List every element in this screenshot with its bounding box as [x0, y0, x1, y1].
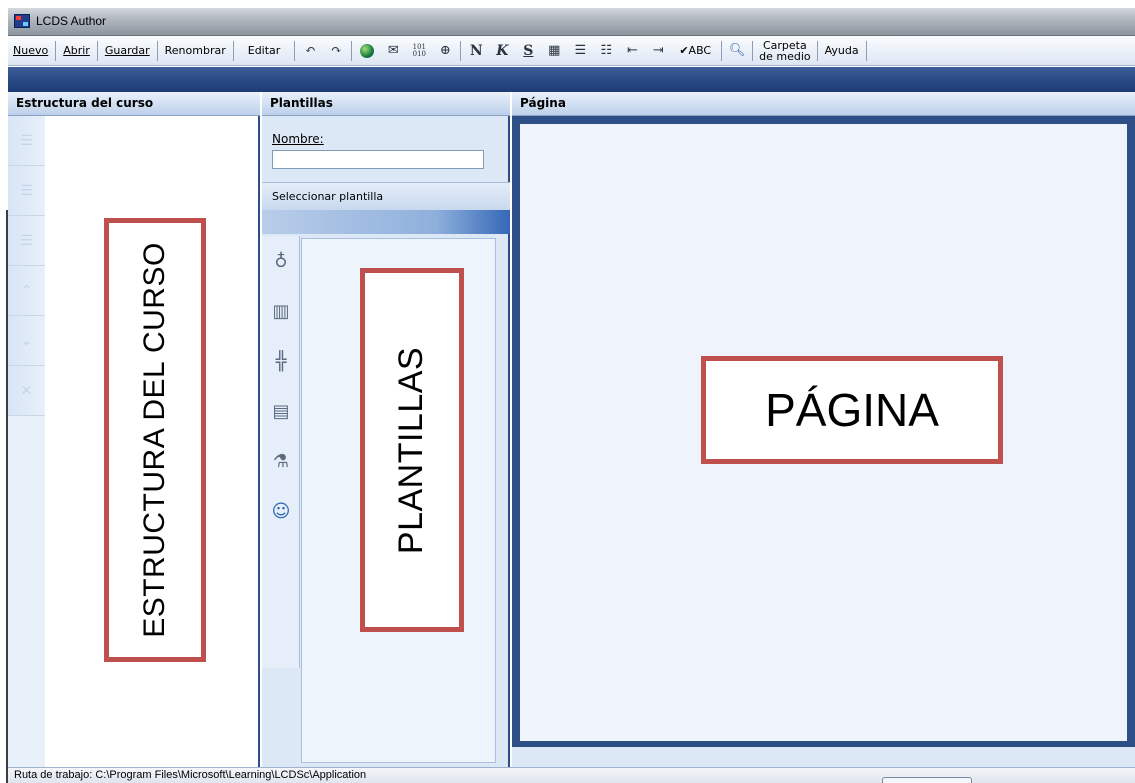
save-button[interactable]: Guardar: [100, 44, 155, 57]
structure-panel-title: Estructura del curso: [16, 96, 154, 110]
lab-icon[interactable]: ⚗: [266, 444, 296, 478]
status-bar: Ruta de trabajo: C:\Program Files\Micros…: [8, 767, 1135, 783]
toolbar-separator: [55, 40, 57, 61]
add-section-icon[interactable]: ☰: [8, 166, 45, 216]
structure-toolbar: ☰ ☰ ☰ ⌃ ⌄ ✕: [8, 116, 45, 767]
window-left-edge: [0, 0, 8, 783]
page-annotation-label: PÁGINA: [765, 384, 939, 436]
preview-icon[interactable]: 🔍︎: [726, 40, 748, 62]
media-film-icon[interactable]: ▥: [266, 294, 296, 328]
name-input[interactable]: [272, 150, 484, 169]
assessment-people-icon[interactable]: ☺: [266, 494, 296, 528]
attach-icon[interactable]: ✉: [382, 40, 404, 62]
help-button[interactable]: Ayuda: [820, 44, 864, 57]
media-folder-label-2: de medio: [759, 49, 811, 63]
structure-panel-header: Estructura del curso: [8, 92, 260, 116]
page-annotation: PÁGINA: [701, 356, 1003, 464]
title-bar: LCDS Author: [8, 8, 1135, 36]
toolbar-separator: [865, 40, 867, 61]
new-button[interactable]: Nuevo: [8, 44, 53, 57]
bullet-list-icon[interactable]: ☰: [569, 40, 591, 62]
toolbar-separator: [816, 40, 818, 61]
italic-icon[interactable]: K: [491, 40, 513, 62]
main-toolbar: Nuevo Abrir Guardar Renombrar Editar ↶ ↷…: [8, 36, 1135, 66]
select-template-bar: [262, 210, 510, 234]
name-label: Nombre:: [272, 132, 324, 146]
page-panel-title: Página: [520, 96, 566, 110]
simulation-icon[interactable]: ╬: [266, 344, 296, 378]
status-tab: [882, 777, 972, 783]
edit-button[interactable]: Editar: [236, 44, 293, 57]
rename-button[interactable]: Renombrar: [160, 44, 231, 57]
toolbar-separator: [721, 40, 723, 61]
toolbar-separator: [232, 40, 234, 61]
structure-annotation: ESTRUCTURA DEL CURSO: [104, 218, 206, 662]
spellcheck-icon[interactable]: ✔ABC: [671, 44, 719, 57]
table-icon[interactable]: ▦: [543, 40, 565, 62]
structure-annotation-label: ESTRUCTURA DEL CURSO: [138, 242, 172, 638]
page-panel-header: Página: [512, 92, 1135, 116]
templates-panel-title: Plantillas: [270, 96, 333, 110]
toolbar-separator: [96, 40, 98, 61]
move-down-icon[interactable]: ⌄: [8, 316, 45, 366]
bold-icon[interactable]: N: [465, 40, 487, 62]
move-up-icon[interactable]: ⌃: [8, 266, 45, 316]
templates-panel-header: Plantillas: [262, 92, 510, 116]
select-template-header: Seleccionar plantilla: [262, 182, 510, 210]
add-page-icon[interactable]: ☰: [8, 116, 45, 166]
template-category-bar-lower: [262, 668, 300, 767]
underline-icon[interactable]: S: [517, 40, 539, 62]
toolbar-separator: [460, 40, 462, 61]
anchor-icon[interactable]: ⊕: [434, 40, 456, 62]
templates-annotation-label: PLANTILLAS: [392, 346, 431, 554]
binary-icon[interactable]: 101 010: [408, 40, 430, 62]
media-folder-button[interactable]: Carpeta de medio: [755, 40, 815, 62]
page-bottom-bar: [512, 747, 1135, 767]
name-label-text: Nombre:: [272, 132, 324, 146]
indent-icon[interactable]: ⇥: [647, 40, 669, 62]
toolbar-separator: [156, 40, 158, 61]
template-category-bar: ♁ ▥ ╬ ▤ ⚗ ☺: [262, 236, 300, 767]
working-path: Ruta de trabajo: C:\Program Files\Micros…: [14, 769, 367, 781]
add-topic-icon[interactable]: ☰: [8, 216, 45, 266]
outdent-icon[interactable]: ⇤: [621, 40, 643, 62]
templates-annotation: PLANTILLAS: [360, 268, 464, 632]
accent-band: [8, 67, 1135, 92]
interaction-mouse-icon[interactable]: ♁: [266, 244, 296, 278]
numbered-list-icon[interactable]: ☷: [595, 40, 617, 62]
content-page-icon[interactable]: ▤: [266, 394, 296, 428]
toolbar-separator: [294, 40, 296, 61]
delete-icon[interactable]: ✕: [8, 366, 45, 416]
window-title: LCDS Author: [36, 14, 107, 28]
open-button[interactable]: Abrir: [58, 44, 95, 57]
web-link-icon[interactable]: [356, 40, 378, 62]
select-template-label: Seleccionar plantilla: [272, 190, 384, 203]
undo-icon[interactable]: ↶: [299, 40, 321, 62]
app-logo-icon: [14, 14, 30, 28]
redo-icon[interactable]: ↷: [325, 40, 347, 62]
toolbar-separator: [351, 40, 353, 61]
toolbar-separator: [752, 40, 754, 61]
structure-toolbar-fill: [8, 416, 45, 767]
